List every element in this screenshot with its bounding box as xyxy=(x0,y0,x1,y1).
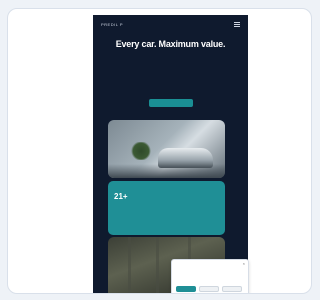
car-photo xyxy=(108,120,225,178)
info-card-stat: 21+ xyxy=(114,192,128,201)
accept-cookies-button[interactable] xyxy=(176,286,196,292)
mobile-page-preview: PREDIL P Every car. Maximum value. 21+ xyxy=(93,15,248,293)
cookie-banner: × xyxy=(171,259,249,293)
deny-cookies-button[interactable] xyxy=(199,286,219,292)
preview-card: PREDIL P Every car. Maximum value. 21+ × xyxy=(7,8,312,294)
tree-shape xyxy=(130,142,152,160)
cookie-buttons xyxy=(176,286,242,292)
menu-icon[interactable] xyxy=(234,21,240,27)
cookie-preferences-button[interactable] xyxy=(222,286,242,292)
hero-cta-button[interactable] xyxy=(149,99,193,107)
hero-title: Every car. Maximum value. xyxy=(115,39,226,49)
top-nav: PREDIL P xyxy=(101,19,240,29)
close-icon[interactable]: × xyxy=(243,262,245,266)
info-card: 21+ xyxy=(108,181,225,235)
site-logo[interactable]: PREDIL P xyxy=(101,22,123,27)
